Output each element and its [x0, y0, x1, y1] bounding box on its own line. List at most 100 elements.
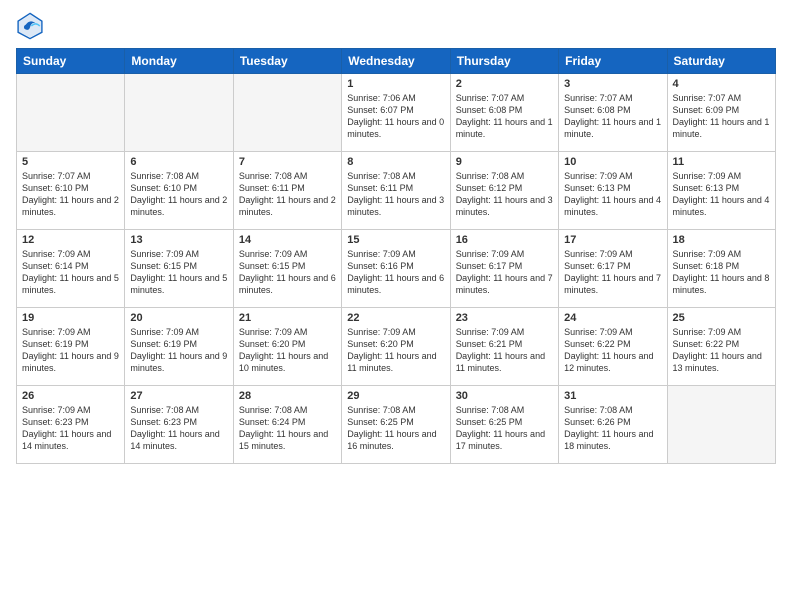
- day-info: Sunrise: 7:08 AMSunset: 6:23 PMDaylight:…: [130, 404, 227, 453]
- week-row-3: 19 Sunrise: 7:09 AMSunset: 6:19 PMDayligh…: [17, 308, 776, 386]
- day-info: Sunrise: 7:09 AMSunset: 6:23 PMDaylight:…: [22, 404, 119, 453]
- day-number: 21: [239, 312, 336, 324]
- calendar-cell: [233, 74, 341, 152]
- calendar-cell: 8 Sunrise: 7:08 AMSunset: 6:11 PMDaylight…: [342, 152, 450, 230]
- week-row-0: 1 Sunrise: 7:06 AMSunset: 6:07 PMDaylight…: [17, 74, 776, 152]
- day-info: Sunrise: 7:09 AMSunset: 6:22 PMDaylight:…: [673, 326, 770, 375]
- calendar-cell: 24 Sunrise: 7:09 AMSunset: 6:22 PMDayligh…: [559, 308, 667, 386]
- day-number: 18: [673, 234, 770, 246]
- day-info: Sunrise: 7:07 AMSunset: 6:08 PMDaylight:…: [456, 92, 553, 141]
- calendar-cell: 31Sunrise: 7:08 AMSunset: 6:26 PMDayligh…: [559, 386, 667, 464]
- calendar-cell: 13 Sunrise: 7:09 AMSunset: 6:15 PMDayligh…: [125, 230, 233, 308]
- day-number: 22: [347, 312, 444, 324]
- day-number: 20: [130, 312, 227, 324]
- calendar-cell: 27 Sunrise: 7:08 AMSunset: 6:23 PMDayligh…: [125, 386, 233, 464]
- weekday-header-sunday: Sunday: [17, 49, 125, 74]
- day-number: 12: [22, 234, 119, 246]
- weekday-header-thursday: Thursday: [450, 49, 558, 74]
- day-info: Sunrise: 7:07 AMSunset: 6:09 PMDaylight:…: [673, 92, 770, 141]
- day-info: Sunrise: 7:08 AMSunset: 6:11 PMDaylight:…: [347, 170, 444, 219]
- calendar-cell: 30 Sunrise: 7:08 AMSunset: 6:25 PMDayligh…: [450, 386, 558, 464]
- calendar-cell: 25 Sunrise: 7:09 AMSunset: 6:22 PMDayligh…: [667, 308, 775, 386]
- day-number: 10: [564, 156, 661, 168]
- day-info: Sunrise: 7:09 AMSunset: 6:20 PMDaylight:…: [239, 326, 336, 375]
- day-number: 26: [22, 390, 119, 402]
- day-number: 23: [456, 312, 553, 324]
- day-info: Sunrise: 7:08 AMSunset: 6:12 PMDaylight:…: [456, 170, 553, 219]
- calendar: SundayMondayTuesdayWednesdayThursdayFrid…: [16, 48, 776, 464]
- weekday-header-wednesday: Wednesday: [342, 49, 450, 74]
- calendar-cell: 11 Sunrise: 7:09 AMSunset: 6:13 PMDayligh…: [667, 152, 775, 230]
- calendar-cell: 4 Sunrise: 7:07 AMSunset: 6:09 PMDaylight…: [667, 74, 775, 152]
- day-info: Sunrise: 7:09 AMSunset: 6:17 PMDaylight:…: [456, 248, 553, 297]
- calendar-cell: 22Sunrise: 7:09 AMSunset: 6:20 PMDayligh…: [342, 308, 450, 386]
- day-number: 7: [239, 156, 336, 168]
- page: SundayMondayTuesdayWednesdayThursdayFrid…: [0, 0, 792, 612]
- week-row-1: 5 Sunrise: 7:07 AMSunset: 6:10 PMDaylight…: [17, 152, 776, 230]
- calendar-cell: 20 Sunrise: 7:09 AMSunset: 6:19 PMDayligh…: [125, 308, 233, 386]
- day-number: 2: [456, 78, 553, 90]
- day-info: Sunrise: 7:06 AMSunset: 6:07 PMDaylight:…: [347, 92, 444, 141]
- calendar-cell: 12Sunrise: 7:09 AMSunset: 6:14 PMDayligh…: [17, 230, 125, 308]
- day-number: 1: [347, 78, 444, 90]
- day-info: Sunrise: 7:09 AMSunset: 6:19 PMDaylight:…: [130, 326, 227, 375]
- calendar-cell: 21 Sunrise: 7:09 AMSunset: 6:20 PMDayligh…: [233, 308, 341, 386]
- calendar-cell: 16 Sunrise: 7:09 AMSunset: 6:17 PMDayligh…: [450, 230, 558, 308]
- calendar-cell: 15 Sunrise: 7:09 AMSunset: 6:16 PMDayligh…: [342, 230, 450, 308]
- day-number: 27: [130, 390, 227, 402]
- day-number: 3: [564, 78, 661, 90]
- day-number: 13: [130, 234, 227, 246]
- calendar-cell: 28Sunrise: 7:08 AMSunset: 6:24 PMDayligh…: [233, 386, 341, 464]
- day-info: Sunrise: 7:08 AMSunset: 6:25 PMDaylight:…: [456, 404, 553, 453]
- day-info: Sunrise: 7:09 AMSunset: 6:16 PMDaylight:…: [347, 248, 444, 297]
- calendar-cell: 9 Sunrise: 7:08 AMSunset: 6:12 PMDaylight…: [450, 152, 558, 230]
- weekday-header-saturday: Saturday: [667, 49, 775, 74]
- day-info: Sunrise: 7:09 AMSunset: 6:13 PMDaylight:…: [673, 170, 770, 219]
- day-number: 19: [22, 312, 119, 324]
- calendar-cell: 1 Sunrise: 7:06 AMSunset: 6:07 PMDaylight…: [342, 74, 450, 152]
- day-number: 15: [347, 234, 444, 246]
- calendar-cell: 18 Sunrise: 7:09 AMSunset: 6:18 PMDayligh…: [667, 230, 775, 308]
- day-info: Sunrise: 7:09 AMSunset: 6:21 PMDaylight:…: [456, 326, 553, 375]
- day-number: 11: [673, 156, 770, 168]
- day-info: Sunrise: 7:08 AMSunset: 6:10 PMDaylight:…: [130, 170, 227, 219]
- day-number: 24: [564, 312, 661, 324]
- day-info: Sunrise: 7:09 AMSunset: 6:19 PMDaylight:…: [22, 326, 119, 375]
- day-number: 9: [456, 156, 553, 168]
- day-info: Sunrise: 7:08 AMSunset: 6:25 PMDaylight:…: [347, 404, 444, 453]
- week-row-4: 26 Sunrise: 7:09 AMSunset: 6:23 PMDayligh…: [17, 386, 776, 464]
- day-info: Sunrise: 7:09 AMSunset: 6:15 PMDaylight:…: [130, 248, 227, 297]
- day-info: Sunrise: 7:07 AMSunset: 6:10 PMDaylight:…: [22, 170, 119, 219]
- calendar-cell: 10 Sunrise: 7:09 AMSunset: 6:13 PMDayligh…: [559, 152, 667, 230]
- day-number: 8: [347, 156, 444, 168]
- day-number: 4: [673, 78, 770, 90]
- day-number: 30: [456, 390, 553, 402]
- day-info: Sunrise: 7:08 AMSunset: 6:24 PMDaylight:…: [239, 404, 336, 453]
- calendar-cell: 3 Sunrise: 7:07 AMSunset: 6:08 PMDaylight…: [559, 74, 667, 152]
- day-number: 16: [456, 234, 553, 246]
- weekday-header-tuesday: Tuesday: [233, 49, 341, 74]
- day-number: 25: [673, 312, 770, 324]
- day-info: Sunrise: 7:09 AMSunset: 6:22 PMDaylight:…: [564, 326, 661, 375]
- calendar-cell: 6 Sunrise: 7:08 AMSunset: 6:10 PMDaylight…: [125, 152, 233, 230]
- day-info: Sunrise: 7:07 AMSunset: 6:08 PMDaylight:…: [564, 92, 661, 141]
- day-info: Sunrise: 7:08 AMSunset: 6:11 PMDaylight:…: [239, 170, 336, 219]
- day-info: Sunrise: 7:09 AMSunset: 6:17 PMDaylight:…: [564, 248, 661, 297]
- day-info: Sunrise: 7:09 AMSunset: 6:13 PMDaylight:…: [564, 170, 661, 219]
- day-number: 5: [22, 156, 119, 168]
- day-info: Sunrise: 7:09 AMSunset: 6:18 PMDaylight:…: [673, 248, 770, 297]
- day-info: Sunrise: 7:09 AMSunset: 6:15 PMDaylight:…: [239, 248, 336, 297]
- weekday-header-friday: Friday: [559, 49, 667, 74]
- day-info: Sunrise: 7:08 AMSunset: 6:26 PMDaylight:…: [564, 404, 661, 453]
- weekday-header-monday: Monday: [125, 49, 233, 74]
- day-number: 17: [564, 234, 661, 246]
- calendar-cell: 17 Sunrise: 7:09 AMSunset: 6:17 PMDayligh…: [559, 230, 667, 308]
- calendar-cell: 26 Sunrise: 7:09 AMSunset: 6:23 PMDayligh…: [17, 386, 125, 464]
- calendar-cell: [17, 74, 125, 152]
- calendar-cell: [667, 386, 775, 464]
- day-number: 14: [239, 234, 336, 246]
- calendar-cell: 5 Sunrise: 7:07 AMSunset: 6:10 PMDaylight…: [17, 152, 125, 230]
- calendar-cell: 19 Sunrise: 7:09 AMSunset: 6:19 PMDayligh…: [17, 308, 125, 386]
- calendar-cell: 7 Sunrise: 7:08 AMSunset: 6:11 PMDaylight…: [233, 152, 341, 230]
- day-number: 6: [130, 156, 227, 168]
